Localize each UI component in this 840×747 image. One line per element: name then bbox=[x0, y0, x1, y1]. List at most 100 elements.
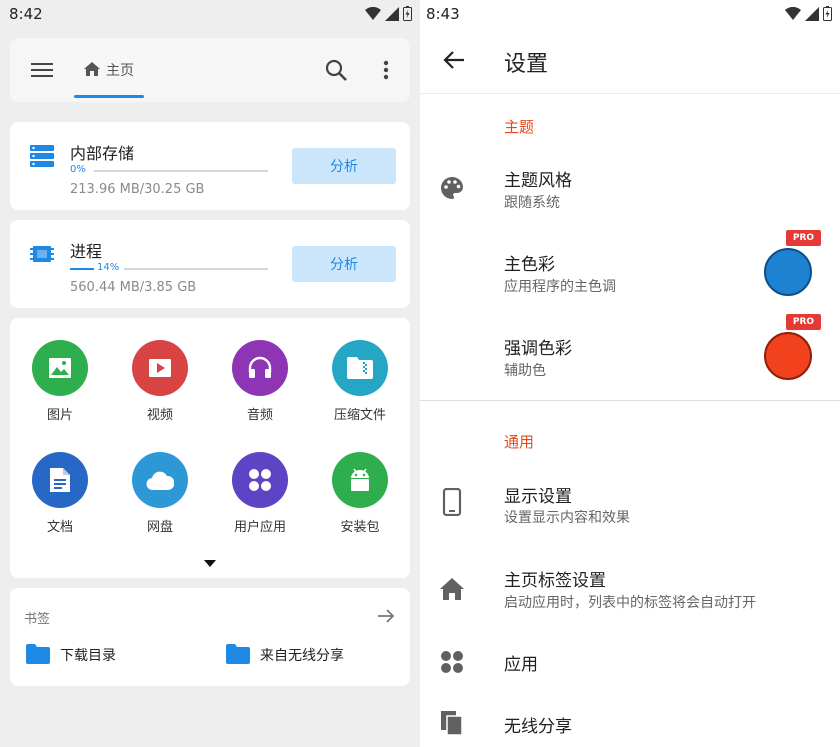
pref-primary-color[interactable]: 主色彩 应用程序的主色调 PRO bbox=[420, 230, 840, 312]
section-general: 通用 bbox=[504, 433, 535, 451]
category-label: 图片 bbox=[46, 408, 73, 423]
pref-subtitle: 启动应用时，列表中的标签将会自动打开 bbox=[504, 595, 756, 611]
back-arrow-icon[interactable] bbox=[442, 48, 466, 72]
folder-icon bbox=[26, 644, 50, 664]
palette-icon bbox=[441, 177, 463, 199]
status-time: 8:43 bbox=[426, 5, 460, 23]
pref-subtitle: 应用程序的主色调 bbox=[504, 279, 616, 295]
settings-screen: 8:43 设置 主题 主题风格 跟随系统 主色彩 应用程序的主色调 PRO 强调… bbox=[420, 0, 840, 747]
category-label: 安装包 bbox=[340, 520, 380, 535]
category-apps[interactable]: 用户应用 bbox=[210, 430, 310, 535]
pref-subtitle: 跟随系统 bbox=[504, 195, 560, 211]
status-icons bbox=[785, 6, 832, 21]
wifi-icon bbox=[365, 6, 381, 20]
process-size: 560.44 MB/3.85 GB bbox=[70, 280, 197, 295]
hamburger-menu-icon[interactable] bbox=[30, 58, 54, 82]
tab-indicator bbox=[74, 95, 144, 98]
pref-theme-style[interactable]: 主题风格 跟随系统 bbox=[420, 152, 840, 222]
pro-badge: PRO bbox=[786, 314, 821, 330]
categories-card: 图片 视频 音频 压缩文件文档 网盘 用户应用 安装包 bbox=[10, 318, 410, 578]
status-time: 8:42 bbox=[9, 5, 43, 23]
page-title: 设置 bbox=[504, 52, 549, 77]
arrow-forward-icon[interactable] bbox=[376, 606, 396, 626]
search-icon[interactable] bbox=[324, 58, 348, 82]
apps-icon bbox=[441, 651, 463, 673]
category-label: 压缩文件 bbox=[333, 408, 386, 423]
storage-size: 213.96 MB/30.25 GB bbox=[70, 182, 205, 197]
pref-subtitle: 设置显示内容和效果 bbox=[504, 510, 630, 526]
tab-home-label: 主页 bbox=[106, 63, 134, 79]
storage-title: 内部存储 bbox=[70, 144, 135, 163]
home-icon bbox=[84, 62, 100, 76]
image-icon bbox=[32, 340, 88, 396]
settings-appbar: 设置 bbox=[420, 28, 840, 94]
pref-title: 应用 bbox=[504, 655, 538, 675]
category-image[interactable]: 图片 bbox=[10, 318, 110, 423]
primary-color-swatch[interactable] bbox=[764, 248, 812, 296]
pref-title: 强调色彩 bbox=[504, 339, 572, 359]
status-bar: 8:42 bbox=[0, 0, 420, 28]
category-headphones[interactable]: 音频 bbox=[210, 318, 310, 423]
pref-subtitle: 辅助色 bbox=[504, 363, 546, 379]
internal-storage-card[interactable]: 内部存储 0% 213.96 MB/30.25 GB 分析 bbox=[10, 122, 410, 210]
pref-title: 显示设置 bbox=[504, 487, 572, 507]
category-archive[interactable]: 压缩文件 bbox=[310, 318, 410, 423]
category-cloud[interactable]: 网盘 bbox=[110, 430, 210, 535]
signal-icon bbox=[385, 6, 399, 21]
analyze-process-button[interactable]: 分析 bbox=[292, 246, 396, 282]
category-label: 音频 bbox=[246, 408, 273, 423]
apps-icon bbox=[232, 452, 288, 508]
memory-chip-icon bbox=[30, 246, 54, 262]
category-label: 网盘 bbox=[146, 520, 173, 535]
analyze-storage-button[interactable]: 分析 bbox=[292, 148, 396, 184]
storage-percent: 0% bbox=[70, 164, 86, 175]
section-theme: 主题 bbox=[504, 118, 535, 136]
category-android[interactable]: 安装包 bbox=[310, 430, 410, 535]
bookmark-download[interactable]: 下载目录 bbox=[26, 642, 206, 666]
category-label: 文档 bbox=[46, 520, 73, 535]
video-icon bbox=[132, 340, 188, 396]
android-icon bbox=[332, 452, 388, 508]
storage-icon bbox=[30, 145, 54, 167]
pref-wireless-share[interactable]: 无线分享 bbox=[420, 700, 840, 746]
headphones-icon bbox=[232, 340, 288, 396]
process-progress-left bbox=[70, 268, 94, 270]
file-manager-home: 8:42 主页 内部存储 0% 213.96 MB/30.25 GB 分析 进程… bbox=[0, 0, 420, 747]
process-percent: 14% bbox=[97, 262, 120, 273]
process-progress-left-fill bbox=[70, 268, 94, 270]
storage-progress-bar bbox=[94, 170, 268, 172]
battery-icon bbox=[823, 6, 832, 21]
tab-home[interactable]: 主页 bbox=[74, 38, 144, 102]
expand-more-icon[interactable] bbox=[202, 556, 218, 572]
wifi-icon bbox=[785, 6, 801, 20]
bookmark-wireless-share[interactable]: 来自无线分享 bbox=[226, 642, 406, 666]
category-document[interactable]: 文档 bbox=[10, 430, 110, 535]
pref-display[interactable]: 显示设置 设置显示内容和效果 bbox=[420, 468, 840, 538]
status-bar: 8:43 bbox=[420, 0, 840, 28]
pref-title: 主题风格 bbox=[504, 171, 572, 191]
document-icon bbox=[32, 452, 88, 508]
bookmarks-title: 书签 bbox=[24, 612, 51, 627]
archive-icon bbox=[332, 340, 388, 396]
status-icons bbox=[365, 6, 412, 21]
top-toolbar: 主页 bbox=[10, 38, 410, 102]
section-divider bbox=[420, 400, 840, 401]
cloud-icon bbox=[132, 452, 188, 508]
pref-home-tabs[interactable]: 主页标签设置 启动应用时，列表中的标签将会自动打开 bbox=[420, 554, 840, 624]
bookmarks-card: 书签 下载目录 来自无线分享 bbox=[10, 588, 410, 686]
more-vert-icon[interactable] bbox=[374, 58, 398, 82]
pref-accent-color[interactable]: 强调色彩 辅助色 PRO bbox=[420, 314, 840, 396]
pref-title: 主色彩 bbox=[504, 255, 555, 275]
process-title: 进程 bbox=[70, 242, 103, 261]
pref-apps[interactable]: 应用 bbox=[420, 640, 840, 686]
pref-title: 主页标签设置 bbox=[504, 571, 606, 591]
accent-color-swatch[interactable] bbox=[764, 332, 812, 380]
signal-icon bbox=[805, 6, 819, 21]
category-label: 视频 bbox=[146, 408, 173, 423]
bookmark-label: 来自无线分享 bbox=[260, 648, 344, 664]
category-video[interactable]: 视频 bbox=[110, 318, 210, 423]
home-icon bbox=[440, 578, 464, 600]
process-card[interactable]: 进程 14% 560.44 MB/3.85 GB 分析 bbox=[10, 220, 410, 308]
phone-icon bbox=[442, 488, 462, 516]
bookmark-label: 下载目录 bbox=[60, 648, 116, 664]
